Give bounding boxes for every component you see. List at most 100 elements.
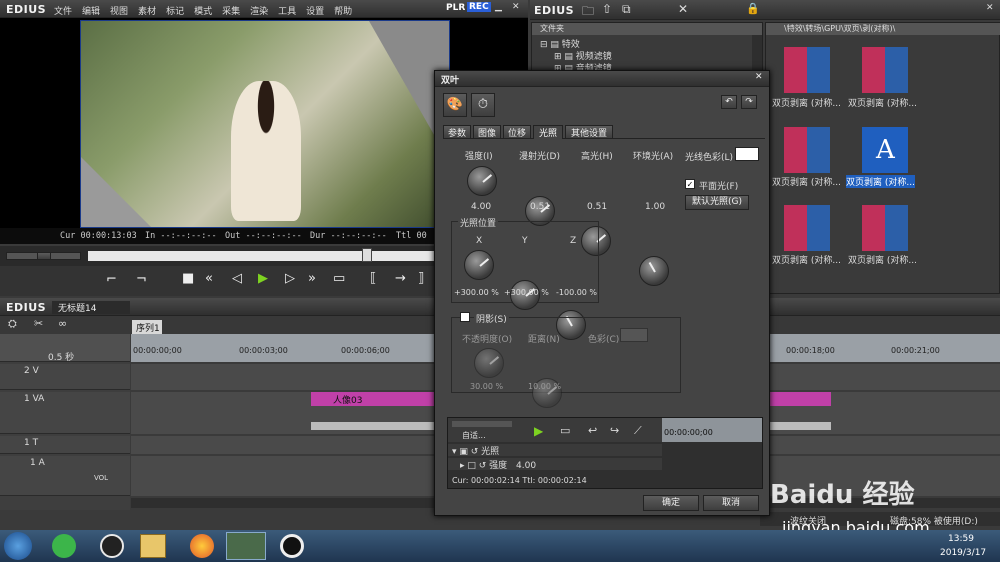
effect-thumbnail[interactable] [784,127,830,173]
replace-icon[interactable]: ⟧ [418,271,424,286]
position-slider[interactable] [6,252,81,260]
start-button[interactable] [4,532,32,560]
menu-settings[interactable]: 设置 [306,7,324,17]
step-back-icon[interactable]: ◁ [232,271,242,286]
menu-marker[interactable]: 标记 [166,7,184,17]
menu-mode[interactable]: 模式 [194,7,212,17]
effect-thumbnail[interactable] [784,205,830,251]
menu-bar: 文件 编辑 视图 素材 标记 模式 采集 渲染 工具 设置 帮助 [54,4,362,17]
effect-label: 双页剥离 (对称... [772,256,841,266]
plr-button[interactable]: PLR [446,3,465,13]
track-header-panel: 0.5 秒 2 V 1 VA 1 T 1 A VOL [0,334,130,510]
tc-ttl: Ttl 00 [396,231,427,241]
copy-icon[interactable]: ⧉ [622,2,631,17]
tab-other[interactable]: 其他设置 [565,125,613,139]
effect-thumbnail[interactable] [784,47,830,93]
link-icon[interactable]: ∞ [58,317,67,330]
overwrite-icon[interactable]: → [395,271,406,286]
track-1va[interactable]: 1 VA [0,392,130,434]
kf-prev-icon[interactable]: ↩ [588,424,597,437]
fast-forward-icon[interactable]: » [308,271,316,286]
kf-row-intensity[interactable]: ▸ □ ↺ 强度 4.00 [448,458,662,471]
kf-loop-icon[interactable]: ▭ [560,424,570,437]
folder-header: 文件夹 [532,23,762,35]
loop-icon[interactable]: ▭ [333,271,345,286]
menu-help[interactable]: 帮助 [334,7,352,17]
flat-light-checkbox[interactable]: ✓ [685,179,695,189]
effect-thumbnail-selected[interactable]: A [862,127,908,173]
tool-icon[interactable]: ✂ [34,317,43,330]
kf-ruler[interactable]: 00:00:00;00 [662,418,762,442]
rewind-icon[interactable]: « [205,271,213,286]
menu-tools[interactable]: 工具 [278,7,296,17]
menu-edit[interactable]: 编辑 [82,7,100,17]
menu-clip[interactable]: 素材 [138,7,156,17]
effect-thumbnail[interactable] [862,47,908,93]
qq-icon[interactable] [100,534,124,558]
knob-specular-label: 高光(H) [581,152,613,162]
knob-ambient[interactable] [639,256,669,286]
menu-capture[interactable]: 采集 [222,7,240,17]
knob-intensity[interactable] [467,166,497,196]
playhead-marker[interactable] [362,248,372,262]
tc-in: In --:--:--:-- [145,231,217,241]
bin-close-icon[interactable]: ✕ [986,3,994,13]
track-2v[interactable]: 2 V [0,364,130,390]
menu-file[interactable]: 文件 [54,7,72,17]
shadow-checkbox[interactable] [460,312,470,322]
mark-in-icon[interactable]: ⌐ [106,272,117,287]
kf-row-lighting[interactable]: ▾ ▣ ↺ 光照 [448,444,662,457]
up-folder-icon[interactable]: ⇧ [602,2,612,16]
kf-mode[interactable]: 自适... [462,430,486,441]
watermark-main: Baidu 经验 [770,480,915,510]
cancel-button[interactable]: 取消 [703,495,759,511]
knob-x[interactable] [464,250,494,280]
play-icon[interactable]: ▶ [258,271,268,286]
palette-icon[interactable]: 🎨 [443,93,467,117]
insert-icon[interactable]: ⟦ [370,271,376,286]
default-light-button[interactable]: 默认光照(G) [685,195,749,210]
edius-task-icon[interactable] [226,532,266,560]
menu-view[interactable]: 视图 [110,7,128,17]
app-icon[interactable] [52,534,76,558]
tab-image[interactable]: 图像 [473,125,501,139]
ok-button[interactable]: 确定 [643,495,699,511]
track-1a[interactable]: 1 A VOL [0,456,130,496]
record-icon[interactable] [280,534,304,558]
minimize-icon[interactable]: ▁ [495,2,502,12]
kf-next-icon[interactable]: ↪ [610,424,619,437]
folder-icon[interactable]: 🗀 [582,2,594,23]
dialog-titlebar: 双叶 ✕ [435,71,769,87]
kf-graph-icon[interactable]: ⟋ [634,424,642,438]
rec-button[interactable]: REC [467,2,491,12]
kf-row-value: 4.00 [516,461,537,471]
lock-icon[interactable]: 🔒 [746,2,760,15]
timer-icon[interactable]: ⏱ [471,93,495,117]
tab-params[interactable]: 参数 [443,125,471,139]
track-icon[interactable]: ⛭ [8,317,17,331]
dialog-close-icon[interactable]: ✕ [755,72,763,82]
light-color-swatch[interactable] [735,147,759,161]
effect-thumbnail[interactable] [862,205,908,251]
shadow-color-swatch[interactable] [620,328,648,342]
menu-render[interactable]: 渲染 [250,7,268,17]
undo-icon[interactable]: ↶ [721,95,737,109]
redo-icon[interactable]: ↷ [741,95,757,109]
tab-lighting[interactable]: 光照 [533,125,563,139]
kf-play-icon[interactable]: ▶ [534,424,543,438]
close-icon[interactable]: ✕ [512,2,520,12]
effect-label: 双页剥离 (对称... [772,178,841,188]
track-label: 2 V [24,366,39,376]
step-forward-icon[interactable]: ▷ [285,271,295,286]
delete-icon[interactable]: ✕ [678,2,688,16]
tab-position[interactable]: 位移 [503,125,531,139]
track-1t[interactable]: 1 T [0,436,130,454]
explorer-icon[interactable] [140,534,166,558]
mark-out-icon[interactable]: ¬ [136,272,147,287]
knob-opacity[interactable] [474,348,504,378]
zoom-value[interactable]: 0.5 秒 [48,350,74,363]
kf-slider[interactable] [452,421,512,427]
sequence-tab[interactable]: 序列1 [132,320,162,334]
firefox-icon[interactable] [190,534,214,558]
stop-icon[interactable]: ■ [182,271,194,286]
